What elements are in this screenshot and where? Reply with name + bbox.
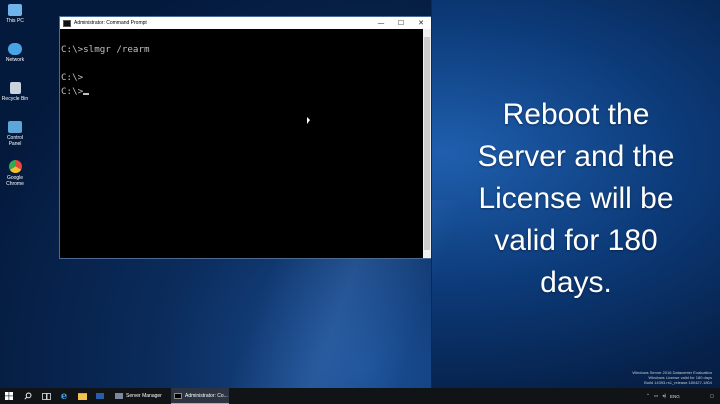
- desktop-icon-google-chrome[interactable]: Google Chrome: [1, 160, 29, 187]
- desktop-icon-label: This PC: [6, 18, 24, 24]
- recycle-bin-icon: [9, 82, 21, 94]
- server-manager-icon: [115, 393, 123, 399]
- taskbar-app-server-manager[interactable]: Server Manager: [112, 388, 170, 404]
- notification-icon[interactable]: ▢: [710, 393, 714, 399]
- scrollbar-thumb[interactable]: [424, 37, 430, 250]
- desktop-icon-recycle-bin[interactable]: Recycle Bin: [1, 82, 29, 102]
- desktop-icon-label: Network: [5, 57, 25, 63]
- maximize-button[interactable]: ☐: [391, 17, 411, 29]
- desktop-icon-label: Google Chrome: [6, 175, 24, 187]
- taskbar: e Server Manager Administrator: Co... ⌃ …: [0, 388, 720, 404]
- chevron-up-icon[interactable]: ⌃: [646, 393, 650, 399]
- internet-explorer-button[interactable]: e: [56, 388, 72, 404]
- desktop-icon-control-panel[interactable]: Control Panel: [1, 121, 29, 147]
- watermark-line: Build 14393.rs1_release.180427-1804: [644, 380, 712, 385]
- windows-icon: [5, 392, 13, 400]
- text-cursor: [83, 93, 90, 95]
- taskbar-app-label: Administrator: Co...: [185, 392, 228, 399]
- folder-icon: [77, 392, 87, 400]
- overlay-line: days.: [540, 266, 612, 299]
- overlay-line: Server and the: [477, 140, 675, 173]
- search-icon: [24, 392, 32, 400]
- powershell-icon: [96, 393, 104, 399]
- console-line: C:\>slmgr /rearm: [61, 44, 150, 55]
- desktop-icon-label: Control Panel: [6, 135, 24, 147]
- computer-icon: [8, 4, 22, 16]
- language-indicator[interactable]: ENG: [670, 394, 680, 399]
- desktop-icon-network[interactable]: Network: [1, 43, 29, 63]
- overlay-line: License will be: [478, 182, 674, 215]
- system-tray: ⌃ ▭ ◂) ENG ▢: [646, 388, 714, 404]
- minimize-button[interactable]: —: [371, 17, 391, 29]
- command-prompt-window[interactable]: Administrator: Command Prompt — ☐ ✕ C:\>…: [59, 16, 432, 259]
- control-panel-icon: [8, 121, 22, 133]
- console-prompt: C:\>: [61, 86, 84, 97]
- powershell-button[interactable]: [92, 388, 108, 404]
- task-view-button[interactable]: [38, 388, 54, 404]
- overlay-message: Reboot the Server and the License will b…: [432, 94, 720, 304]
- desktop-icon-label: Recycle Bin: [1, 96, 29, 102]
- overlay-panel: Reboot the Server and the License will b…: [432, 0, 720, 388]
- cmd-console[interactable]: C:\>slmgr /rearm C:\> C:\>: [60, 29, 423, 258]
- task-view-icon: [41, 392, 51, 400]
- taskbar-app-label: Server Manager: [126, 393, 162, 399]
- chrome-icon: [8, 160, 22, 173]
- network-tray-icon[interactable]: ▭: [654, 393, 658, 399]
- close-button[interactable]: ✕: [411, 17, 431, 29]
- windows-watermark: Windows Server 2016 Datacenter Evaluatio…: [632, 370, 712, 385]
- cmd-app-icon: [63, 19, 71, 27]
- console-prompt-line: C:\>: [61, 85, 423, 99]
- search-button[interactable]: [20, 388, 36, 404]
- desktop-icon-this-pc[interactable]: This PC: [1, 4, 29, 24]
- cmd-scrollbar[interactable]: [423, 29, 431, 258]
- network-icon: [8, 43, 22, 55]
- console-line: C:\>: [61, 72, 84, 83]
- taskbar-app-command-prompt[interactable]: Administrator: Co...: [171, 388, 229, 404]
- internet-explorer-icon: e: [60, 390, 68, 402]
- volume-icon[interactable]: ◂): [662, 393, 666, 399]
- cmd-window-title: Administrator: Command Prompt: [74, 20, 147, 26]
- start-button[interactable]: [0, 388, 18, 404]
- overlay-line: Reboot the: [502, 98, 650, 131]
- cmd-titlebar[interactable]: Administrator: Command Prompt — ☐ ✕: [60, 17, 431, 29]
- cmd-icon: [174, 392, 182, 399]
- mouse-pointer-icon: [307, 117, 310, 124]
- overlay-line: valid for 180: [494, 224, 658, 257]
- file-explorer-button[interactable]: [74, 388, 90, 404]
